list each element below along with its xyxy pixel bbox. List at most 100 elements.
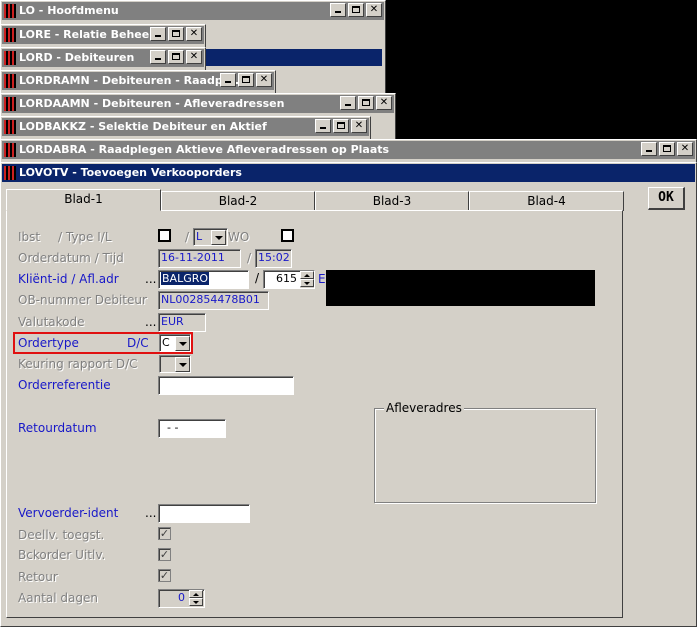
titlebar-toevoegen-verkooporders[interactable]: LOVOTV - Toevoegen Verkooporders [2, 164, 695, 182]
titlebar-relatie-beheer[interactable]: LORE - Relatie Beheer [2, 26, 204, 44]
orderref-label: Orderreferentie [18, 378, 111, 392]
tijd-separator: / [247, 251, 252, 265]
afleveradres-group: Afleveradres [374, 401, 596, 503]
app-icon [4, 143, 16, 157]
maximize-icon[interactable] [348, 3, 364, 17]
klient-id-input[interactable]: BALGRO [158, 270, 249, 289]
ob-nummer-field: NL002854478B01 [158, 291, 269, 310]
vervoerder-lookup-dots[interactable]: ... [145, 506, 156, 520]
maximize-icon[interactable] [659, 142, 675, 156]
orderdatum-field: 16-11-2011 [158, 249, 241, 268]
redacted-area [326, 270, 595, 306]
minimize-icon[interactable] [315, 119, 331, 133]
titlebar-afleveradressen[interactable]: LORDAAMN - Debiteuren - Afleveradressen [2, 95, 394, 113]
close-icon[interactable] [186, 27, 202, 41]
minimize-icon[interactable] [330, 3, 346, 17]
ordertype-dc-label: D/C [127, 336, 149, 350]
maximize-icon[interactable] [358, 96, 374, 110]
spin-down-icon[interactable] [300, 279, 314, 287]
spin-down-icon [189, 598, 203, 606]
app-icon [4, 51, 16, 65]
deellv-label: Deellv. toegst. [18, 528, 105, 542]
afl-adr-spinner[interactable] [300, 271, 314, 288]
check-icon: ✓ [159, 548, 170, 561]
orderdatum-value: 16-11-2011 [161, 251, 225, 264]
type-separator: / [185, 230, 190, 244]
maximize-icon[interactable] [168, 27, 184, 41]
maximize-icon[interactable] [238, 73, 254, 87]
klient-lookup-dots[interactable]: ... [145, 272, 156, 286]
retour-label: Retour [18, 570, 58, 584]
tijd-field: 15:02 [255, 249, 292, 268]
retourdatum-label: Retourdatum [18, 421, 97, 435]
minimize-icon[interactable] [340, 96, 356, 110]
afl-adr-value: 615 [276, 272, 297, 285]
bckorder-checkbox: ✓ [158, 548, 171, 561]
close-icon[interactable] [677, 142, 693, 156]
titlebar-hoofdmenu[interactable]: LO - Hoofdmenu [2, 2, 384, 20]
valuta-lookup-dots[interactable]: ... [145, 315, 156, 329]
valuta-label: Valutakode [18, 315, 85, 329]
minimize-icon[interactable] [150, 27, 166, 41]
app-icon [4, 74, 16, 88]
type-value: L [196, 230, 203, 243]
tab-blad-4[interactable]: Blad-4 [469, 191, 624, 211]
check-icon: ✓ [159, 527, 170, 540]
retourdatum-value: - - [167, 421, 179, 434]
spin-up-icon [189, 590, 203, 598]
type-label: / Type I/L [58, 230, 112, 244]
retourdatum-input[interactable]: - - [158, 419, 226, 438]
titlebar-debiteuren[interactable]: LORD - Debiteuren [2, 49, 204, 67]
bckorder-label: Bckorder Uitlv. [18, 548, 106, 562]
minimize-icon[interactable] [641, 142, 657, 156]
tab-blad-1[interactable]: Blad-1 [6, 189, 161, 211]
aantal-dagen-spinner [189, 590, 203, 607]
vervoerder-input[interactable] [158, 504, 250, 523]
close-icon[interactable] [366, 3, 382, 17]
app-icon [4, 4, 16, 18]
selected-row-bar [206, 49, 382, 66]
close-icon[interactable] [376, 96, 392, 110]
orderdatum-label: Orderdatum / Tijd [18, 251, 124, 265]
valuta-field: EUR [158, 313, 206, 332]
app-icon [4, 166, 16, 180]
afl-separator: / [255, 271, 260, 285]
keuring-dropdown-icon [175, 357, 190, 372]
minimize-icon[interactable] [150, 50, 166, 64]
minimize-icon[interactable] [220, 73, 236, 87]
ibst-checkbox[interactable] [158, 229, 171, 242]
type-dropdown-icon[interactable] [211, 230, 226, 245]
close-icon[interactable] [351, 119, 367, 133]
titlebar-raadplegen-afleveradressen[interactable]: LORDABRA - Raadplegen Aktieve Afleveradr… [2, 141, 695, 159]
app-icon [4, 120, 16, 134]
close-icon[interactable] [186, 50, 202, 64]
wo-label: WO [228, 230, 250, 244]
tab-blad-3[interactable]: Blad-3 [315, 191, 469, 211]
check-icon: ✓ [159, 569, 170, 582]
retour-checkbox: ✓ [158, 569, 171, 582]
vervoerder-label: Vervoerder-ident [18, 506, 119, 520]
ibst-label: Ibst [18, 230, 41, 244]
deellv-checkbox: ✓ [158, 527, 171, 540]
maximize-icon[interactable] [333, 119, 349, 133]
ob-nummer-value: NL002854478B01 [161, 293, 260, 306]
ordertype-value: C [162, 336, 170, 349]
keuring-label: Keuring rapport D/C [18, 357, 138, 371]
spin-up-icon[interactable] [300, 271, 314, 279]
titlebar-selektie-debiteur[interactable]: LODBAKKZ - Selektie Debiteur en Aktief [2, 118, 369, 136]
afleveradres-label: Afleveradres [384, 401, 464, 415]
klient-label: Kliënt-id / Afl.adr [18, 272, 119, 286]
orderreferentie-input[interactable] [158, 376, 294, 395]
ok-button[interactable]: OK [648, 187, 685, 210]
aantal-dagen-label: Aantal dagen [18, 591, 98, 605]
ob-label: OB-nummer Debiteur [18, 293, 147, 307]
maximize-icon[interactable] [168, 50, 184, 64]
titlebar-debiteuren-raadpl[interactable]: LORDRAMN - Debiteuren - Raadpl... [2, 72, 274, 90]
close-icon[interactable] [256, 73, 272, 87]
ordertype-dropdown-icon[interactable] [175, 336, 190, 351]
tab-blad-2[interactable]: Blad-2 [161, 191, 315, 211]
app-icon [4, 97, 16, 111]
app-icon [4, 28, 16, 42]
klient-id-value: BALGRO [161, 272, 210, 285]
wo-checkbox[interactable] [281, 229, 294, 242]
